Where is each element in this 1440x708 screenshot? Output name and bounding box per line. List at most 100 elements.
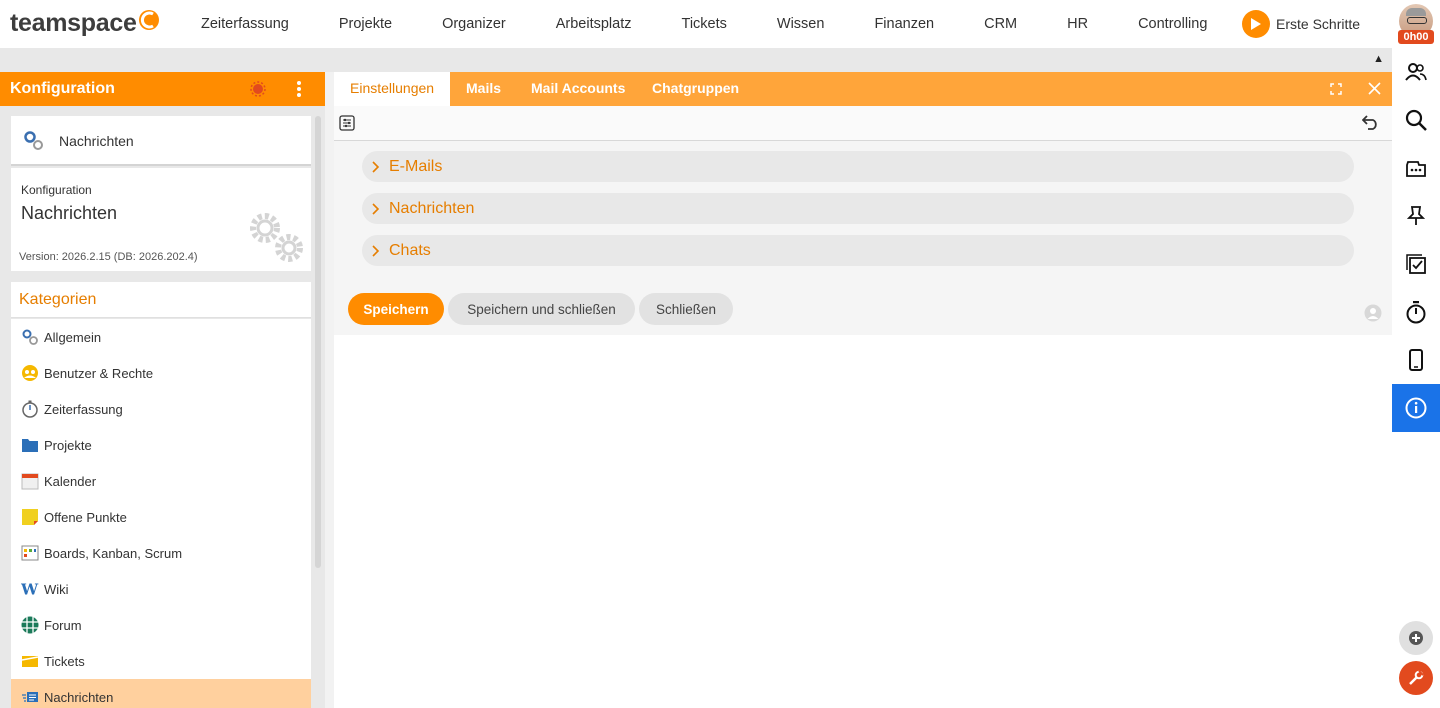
category-label: Tickets (44, 653, 85, 669)
board-icon (21, 544, 39, 562)
wrench-icon[interactable] (1399, 661, 1433, 695)
module-info-card: Konfiguration Nachrichten Version: 2026.… (11, 168, 311, 271)
nav-wissen[interactable]: Wissen (752, 16, 850, 32)
nav-controlling[interactable]: Controlling (1113, 16, 1232, 32)
category-label: Boards, Kanban, Scrum (44, 545, 183, 561)
chevron-right-icon (372, 202, 380, 215)
play-icon (1242, 10, 1270, 38)
wiki-icon: W (21, 580, 39, 598)
section-label: Chats (389, 241, 431, 259)
right-icon-rail (1392, 48, 1440, 708)
maximize-icon[interactable] (1330, 82, 1342, 100)
left-panel-scrollbar[interactable] (315, 116, 321, 568)
pin-icon[interactable] (1392, 192, 1440, 240)
nav-arbeitsplatz[interactable]: Arbeitsplatz (531, 16, 657, 32)
mobile-icon[interactable] (1392, 336, 1440, 384)
logo[interactable]: teamspace (10, 9, 160, 38)
erste-schritte-label: Erste Schritte (1276, 16, 1361, 32)
svg-text:W: W (21, 580, 39, 598)
panel-divider[interactable] (325, 72, 334, 708)
section-label: E-Mails (389, 157, 443, 175)
nav-tickets[interactable]: Tickets (657, 16, 752, 32)
tasks-icon[interactable] (1392, 240, 1440, 288)
left-panel-title: Konfiguration (10, 80, 115, 97)
category-allgemein[interactable]: Allgemein (11, 319, 311, 355)
gears-icon (21, 328, 39, 346)
stopwatch-icon[interactable] (1392, 288, 1440, 336)
erste-schritte-button[interactable]: Erste Schritte (1242, 10, 1360, 38)
chevron-right-icon (372, 160, 380, 173)
category-kalender[interactable]: Kalender (11, 463, 311, 499)
category-offene-punkte[interactable]: Offene Punkte (11, 499, 311, 535)
contacts-icon[interactable] (1392, 48, 1440, 96)
gears-watermark-icon (247, 210, 307, 271)
category-label: Projekte (44, 437, 92, 453)
tab-chatgruppen[interactable]: Chatgruppen (636, 72, 755, 106)
logo-mark-icon (138, 9, 160, 31)
search-icon[interactable] (1392, 96, 1440, 144)
nav-zeiterfassung[interactable]: Zeiterfassung (176, 16, 314, 32)
category-nachrichten[interactable]: Nachrichten (11, 679, 311, 708)
tab-mails[interactable]: Mails (450, 72, 517, 106)
folder-icon (21, 436, 39, 454)
category-label: Zeiterfassung (44, 401, 123, 417)
top-bar: teamspace Zeiterfassung Projekte Organiz… (0, 0, 1440, 48)
close-icon[interactable] (1368, 82, 1381, 100)
left-panel: Konfiguration Nachrichten Konfiguration … (0, 72, 325, 708)
save-and-close-button[interactable]: Speichern und schließen (448, 293, 635, 325)
category-projekte[interactable]: Projekte (11, 427, 311, 463)
inbox-icon[interactable] (1392, 144, 1440, 192)
module-card[interactable]: Nachrichten (11, 116, 311, 166)
ticket-icon (21, 652, 39, 670)
category-benutzer-rechte[interactable]: Benutzer & Rechte (11, 355, 311, 391)
logo-text: teamspace (10, 9, 137, 37)
tab-bar: Einstellungen Mails Mail Accounts Chatgr… (334, 72, 1392, 106)
category-label: Wiki (44, 581, 69, 597)
undo-icon[interactable] (1361, 114, 1380, 135)
tab-einstellungen[interactable]: Einstellungen (334, 72, 451, 106)
collapse-up-icon[interactable]: ▲ (1373, 53, 1384, 65)
category-zeiterfassung[interactable]: Zeiterfassung (11, 391, 311, 427)
category-label: Allgemein (44, 329, 102, 345)
nav-projekte[interactable]: Projekte (314, 16, 417, 32)
user-avatar[interactable]: 0h00 (1398, 4, 1434, 44)
bug-icon[interactable] (250, 81, 266, 102)
category-label: Nachrichten (44, 689, 114, 705)
messages-icon (21, 688, 39, 706)
nav-crm[interactable]: CRM (959, 16, 1042, 32)
categories-header: Kategorien (11, 282, 311, 318)
left-panel-header: Konfiguration (0, 72, 325, 106)
category-forum[interactable]: Forum (11, 607, 311, 643)
stopwatch-icon (21, 400, 39, 418)
category-label: Kalender (44, 473, 97, 489)
category-wiki[interactable]: W Wiki (11, 571, 311, 607)
categories-label: Kategorien (19, 291, 97, 308)
section-chats[interactable]: Chats (362, 235, 1354, 266)
settings-panel-icon[interactable] (339, 115, 355, 136)
section-nachrichten[interactable]: Nachrichten (362, 193, 1354, 224)
version-text: Version: 2026.2.15 (DB: 2026.202.4) (19, 251, 198, 263)
more-vertical-icon[interactable] (296, 80, 302, 103)
module-info-category: Konfiguration (21, 183, 92, 197)
category-label: Forum (44, 617, 82, 633)
category-boards[interactable]: Boards, Kanban, Scrum (11, 535, 311, 571)
add-circle-icon[interactable] (1399, 621, 1433, 655)
save-button[interactable]: Speichern (348, 293, 444, 325)
nav-finanzen[interactable]: Finanzen (849, 16, 959, 32)
info-icon[interactable] (1392, 384, 1440, 432)
categories-list: Allgemein Benutzer & Rechte Zeiterfassun… (11, 319, 311, 708)
settings-content: E-Mails Nachrichten Chats Speichern Spei… (334, 141, 1392, 335)
sticky-note-icon (21, 508, 39, 526)
user-circle-icon[interactable] (1364, 304, 1382, 327)
category-label: Offene Punkte (44, 509, 127, 525)
close-button[interactable]: Schließen (639, 293, 733, 325)
section-e-mails[interactable]: E-Mails (362, 151, 1354, 182)
nav-organizer[interactable]: Organizer (417, 16, 531, 32)
tab-mail-accounts[interactable]: Mail Accounts (515, 72, 641, 106)
collapse-strip: ▲ (0, 48, 1392, 72)
module-name: Nachrichten (59, 133, 134, 149)
nav-hr[interactable]: HR (1042, 16, 1113, 32)
category-tickets[interactable]: Tickets (11, 643, 311, 679)
toolbar (334, 106, 1392, 141)
section-label: Nachrichten (389, 199, 475, 217)
